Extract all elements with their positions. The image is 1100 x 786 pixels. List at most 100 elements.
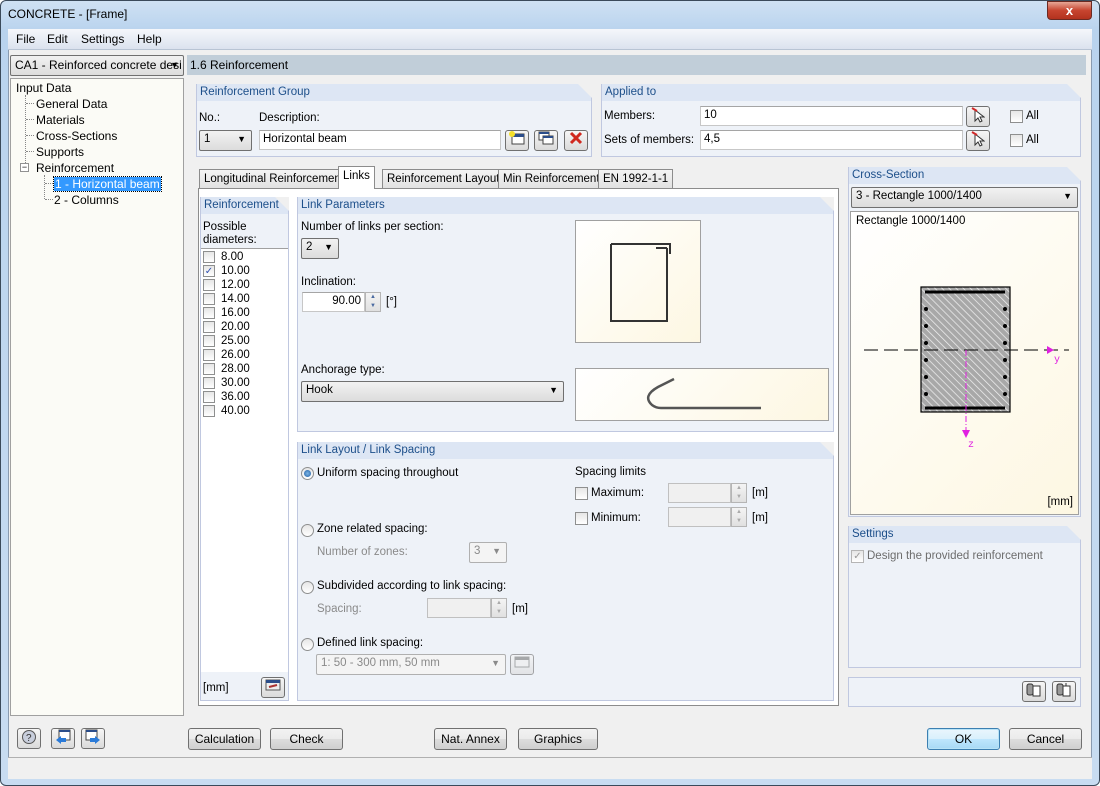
- spacing-unit: [m]: [512, 603, 528, 615]
- import-button[interactable]: [1052, 681, 1076, 702]
- diameter-item[interactable]: 16.00: [203, 307, 283, 321]
- diameter-value: 8.00: [221, 251, 244, 263]
- menu-file[interactable]: File: [16, 32, 35, 46]
- sets-input[interactable]: 4,5: [700, 130, 963, 150]
- sets-all-checkbox[interactable]: [1010, 134, 1023, 147]
- case-selector[interactable]: CA1 - Reinforced concrete desi ▼: [10, 55, 184, 76]
- tree-item-supports[interactable]: Supports: [36, 145, 84, 159]
- tab-longitudinal-reinforcement[interactable]: Longitudinal Reinforcement: [199, 169, 350, 188]
- diameter-checkbox[interactable]: [203, 335, 215, 347]
- diameter-item[interactable]: 28.00: [203, 363, 283, 377]
- group-number-select[interactable]: 1 ▼: [199, 130, 252, 151]
- diameters-edit-button[interactable]: [261, 677, 285, 698]
- diameter-checkbox[interactable]: [203, 293, 215, 305]
- diameter-item[interactable]: 25.00: [203, 335, 283, 349]
- calculation-button[interactable]: Calculation: [188, 728, 261, 750]
- graphics-button[interactable]: Graphics: [518, 728, 598, 750]
- members-all-checkbox[interactable]: [1010, 110, 1023, 123]
- minimum-spinner[interactable]: ▲ ▼: [731, 507, 747, 527]
- defined-spacing-edit-button[interactable]: [510, 654, 534, 675]
- nat-annex-button[interactable]: Nat. Annex ...: [434, 728, 507, 766]
- maximum-checkbox[interactable]: [575, 487, 588, 500]
- inclination-input[interactable]: 90.00: [302, 292, 365, 312]
- diameter-checkbox[interactable]: [203, 363, 215, 375]
- close-button[interactable]: x: [1047, 1, 1092, 20]
- tree-item-general-data[interactable]: General Data: [36, 97, 107, 111]
- members-input[interactable]: 10: [700, 106, 963, 126]
- delete-group-button[interactable]: [564, 130, 588, 151]
- description-input[interactable]: Horizontal beam: [259, 130, 501, 150]
- diameter-item[interactable]: 20.00: [203, 321, 283, 335]
- defined-spacing-select[interactable]: 1: 50 - 300 mm, 50 mm ▼: [316, 654, 506, 675]
- previous-button[interactable]: [51, 728, 75, 749]
- tree-item-cross-sections[interactable]: Cross-Sections: [36, 129, 117, 143]
- diameter-item[interactable]: ✓ 10.00: [203, 265, 283, 279]
- links-per-section-select[interactable]: 2 ▼: [301, 238, 339, 259]
- spacing-input[interactable]: [427, 598, 491, 618]
- diameter-item[interactable]: 40.00: [203, 405, 283, 419]
- diameter-checkbox[interactable]: [203, 377, 215, 389]
- defined-spacing-value: 1: 50 - 300 mm, 50 mm: [321, 657, 440, 669]
- links-per-section-label: Number of links per section:: [301, 221, 444, 233]
- diameter-value: 12.00: [221, 279, 250, 291]
- diameter-item[interactable]: 26.00: [203, 349, 283, 363]
- maximum-spinner[interactable]: ▲ ▼: [731, 483, 747, 503]
- cross-section-select[interactable]: 3 - Rectangle 1000/1400 ▼: [851, 187, 1078, 208]
- tree-item-reinforcement[interactable]: Reinforcement: [36, 161, 114, 175]
- tab-reinforcement-layout[interactable]: Reinforcement Layout: [382, 169, 505, 188]
- diameter-item[interactable]: 12.00: [203, 279, 283, 293]
- maximum-input[interactable]: [668, 483, 731, 503]
- tree-item-horizontal-beam[interactable]: 1 - Horizontal beam: [53, 176, 162, 192]
- spacing-spinner[interactable]: ▲ ▼: [491, 598, 507, 618]
- help-button[interactable]: ?: [17, 728, 41, 749]
- tab-min-reinforcement[interactable]: Min Reinforcement: [498, 169, 605, 188]
- diameter-value: 36.00: [221, 391, 250, 403]
- diameter-item[interactable]: 14.00: [203, 293, 283, 307]
- diameter-checkbox[interactable]: [203, 307, 215, 319]
- diameter-checkbox[interactable]: [203, 349, 215, 361]
- diameter-item[interactable]: 36.00: [203, 391, 283, 405]
- diameter-checkbox[interactable]: [203, 279, 215, 291]
- tree-item-columns[interactable]: 2 - Columns: [54, 193, 119, 207]
- minimum-checkbox[interactable]: [575, 512, 588, 525]
- diameter-checkbox[interactable]: [203, 251, 215, 263]
- cancel-button[interactable]: Cancel: [1009, 728, 1082, 750]
- check-button[interactable]: Check: [270, 728, 343, 750]
- tab-links[interactable]: Links: [338, 166, 375, 189]
- new-group-button[interactable]: [505, 130, 529, 151]
- cross-section-title: Cross-Section: [849, 167, 1081, 184]
- inclination-spinner[interactable]: ▲ ▼: [365, 292, 381, 312]
- zones-select[interactable]: 3 ▼: [469, 542, 507, 563]
- menu-help[interactable]: Help: [137, 32, 162, 46]
- anchorage-select[interactable]: Hook ▼: [301, 381, 564, 402]
- subdivided-spacing-label: Subdivided according to link spacing:: [317, 580, 507, 592]
- diameter-item[interactable]: 8.00: [203, 251, 283, 265]
- design-provided-checkbox[interactable]: ✓: [851, 550, 864, 563]
- diameter-checkbox[interactable]: ✓: [203, 265, 215, 277]
- ok-button[interactable]: OK: [927, 728, 1000, 750]
- cross-section-preview: Rectangle 1000/1400 y z [mm]: [850, 211, 1079, 515]
- zone-spacing-radio[interactable]: [301, 524, 314, 537]
- reinforcement-title: Reinforcement: [201, 197, 289, 214]
- export-button[interactable]: [1022, 681, 1046, 702]
- minimum-input[interactable]: [668, 507, 731, 527]
- tab-en-1992[interactable]: EN 1992-1-1: [598, 169, 674, 188]
- next-button[interactable]: [81, 728, 105, 749]
- diameter-checkbox[interactable]: [203, 391, 215, 403]
- window-title: CONCRETE - [Frame]: [8, 7, 128, 21]
- tree-root[interactable]: Input Data: [16, 81, 71, 95]
- help-icon: ?: [22, 730, 36, 744]
- subdivided-spacing-radio[interactable]: [301, 581, 314, 594]
- pick-sets-button[interactable]: [966, 130, 990, 151]
- copy-group-button[interactable]: [534, 130, 558, 151]
- collapse-icon[interactable]: −: [20, 163, 29, 172]
- menu-settings[interactable]: Settings: [81, 32, 124, 46]
- uniform-spacing-radio[interactable]: [301, 467, 314, 480]
- diameter-item[interactable]: 30.00: [203, 377, 283, 391]
- defined-spacing-radio[interactable]: [301, 638, 314, 651]
- pick-members-button[interactable]: [966, 106, 990, 127]
- menu-edit[interactable]: Edit: [47, 32, 68, 46]
- diameter-checkbox[interactable]: [203, 321, 215, 333]
- diameter-checkbox[interactable]: [203, 405, 215, 417]
- tree-item-materials[interactable]: Materials: [36, 113, 85, 127]
